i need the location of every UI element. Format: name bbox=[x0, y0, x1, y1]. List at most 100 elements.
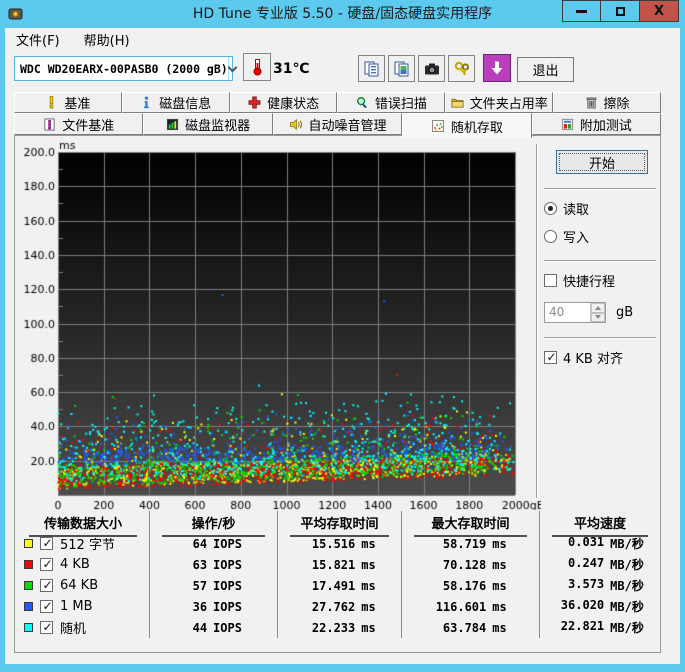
tab-erase[interactable]: 擦除 bbox=[553, 92, 661, 113]
table-cell-speed: 0.031 MB/秒 bbox=[539, 533, 660, 554]
random-access-panel: 开始 读取 写入 快捷行程 40 gB ✓ 4 KB 对齐 传输数据大小 操作/… bbox=[14, 135, 661, 653]
tab-label: 磁盘信息 bbox=[159, 97, 212, 112]
copy-text-icon bbox=[364, 61, 378, 76]
copy-image-icon bbox=[394, 61, 408, 76]
results-table: 传输数据大小 操作/秒 平均存取时间 最大存取时间 平均速度 512 字节 64… bbox=[17, 511, 660, 651]
series-label: 随机 bbox=[60, 622, 87, 637]
series-color-swatch bbox=[24, 623, 33, 632]
short-stroke-checkbox[interactable]: 快捷行程 bbox=[544, 271, 656, 290]
temperature-button[interactable] bbox=[243, 53, 271, 81]
tab-label: 随机存取 bbox=[450, 120, 503, 136]
start-button[interactable]: 开始 bbox=[556, 150, 648, 174]
tab-label: 错误扫描 bbox=[374, 97, 427, 112]
arrow-up-icon bbox=[595, 305, 601, 310]
checkbox-icon bbox=[544, 274, 557, 287]
temperature-value: 31℃ bbox=[273, 61, 310, 77]
table-cell-speed: 3.573 MB/秒 bbox=[539, 575, 660, 596]
tab-random-access[interactable]: 随机存取 bbox=[402, 113, 532, 138]
tab-label: 擦除 bbox=[603, 97, 630, 112]
arrow-down-icon bbox=[595, 315, 601, 320]
test-controls: 开始 读取 写入 快捷行程 40 gB ✓ 4 KB 对齐 bbox=[544, 148, 656, 367]
spin-up-button[interactable] bbox=[591, 303, 605, 313]
radio-icon bbox=[544, 230, 557, 243]
column-header: 平均存取时间 bbox=[277, 511, 401, 537]
table-cell-ops: 57 IOPS bbox=[149, 575, 277, 596]
keys-icon bbox=[454, 61, 469, 75]
separator bbox=[544, 260, 656, 262]
update-button[interactable] bbox=[483, 54, 511, 82]
minimize-button[interactable] bbox=[562, 0, 601, 22]
column-header: 传输数据大小 bbox=[17, 511, 149, 537]
tab-label: 文件基准 bbox=[62, 118, 115, 134]
drive-selector-value: WDC WD20EARX-00PASB0 (2000 gB) bbox=[20, 61, 228, 76]
menu-help[interactable]: 帮助(H) bbox=[82, 29, 132, 50]
options-button[interactable] bbox=[448, 55, 475, 82]
extra-tests-icon bbox=[561, 118, 573, 130]
capacity-unit-label: gB bbox=[616, 305, 634, 320]
align-4kb-checkbox[interactable]: 4 KB 对齐 bbox=[544, 348, 656, 367]
series-label: 512 字节 bbox=[60, 538, 115, 553]
table-row-size: 4 KB bbox=[17, 554, 149, 575]
magnifier-icon bbox=[356, 97, 367, 109]
series-label: 4 KB bbox=[60, 557, 90, 572]
table-cell-ops: 64 IOPS bbox=[149, 533, 277, 554]
series-checkbox[interactable] bbox=[40, 558, 54, 571]
tab-row-2: 文件基准 磁盘监视器 自动噪音管理 随机存取 附加测试 bbox=[14, 113, 662, 138]
tab-aam[interactable]: 自动噪音管理 bbox=[272, 113, 403, 135]
separator bbox=[544, 337, 656, 339]
menu-file[interactable]: 文件(F) bbox=[14, 29, 62, 50]
tab-label: 自动噪音管理 bbox=[308, 118, 387, 134]
health-cross-icon bbox=[248, 96, 261, 109]
chevron-down-icon bbox=[227, 62, 238, 72]
table-row-size: 1 MB bbox=[17, 596, 149, 617]
disk-monitor-icon bbox=[167, 118, 179, 130]
series-checkbox[interactable] bbox=[40, 537, 54, 550]
tab-label: 基准 bbox=[64, 97, 91, 112]
drive-selector[interactable]: WDC WD20EARX-00PASB0 (2000 gB) bbox=[14, 56, 238, 81]
copy-text-button[interactable] bbox=[358, 55, 385, 82]
folder-icon bbox=[451, 98, 464, 108]
series-color-swatch bbox=[24, 560, 33, 569]
tab-folder-usage[interactable]: 文件夹占用率 bbox=[445, 92, 554, 113]
series-checkbox[interactable] bbox=[40, 579, 54, 592]
minimize-icon bbox=[576, 9, 587, 13]
close-button[interactable]: X bbox=[640, 0, 679, 22]
table-cell-max: 58.719 ms bbox=[401, 533, 539, 554]
table-cell-speed: 0.247 MB/秒 bbox=[539, 554, 660, 575]
copy-image-button[interactable] bbox=[388, 55, 415, 82]
screenshot-button[interactable] bbox=[418, 55, 445, 82]
align-4kb-label: 4 KB 对齐 bbox=[563, 352, 623, 367]
tab-health[interactable]: 健康状态 bbox=[229, 92, 338, 113]
thermometer-icon bbox=[253, 59, 262, 76]
series-checkbox[interactable] bbox=[40, 621, 54, 634]
combo-arrow-box[interactable] bbox=[227, 57, 238, 80]
title-bar: HD Tune 专业版 5.50 - 硬盘/固态硬盘实用程序 X bbox=[0, 0, 685, 28]
tab-row-1: 基准 磁盘信息 健康状态 错误扫描 文件夹占用率 擦除 bbox=[14, 92, 661, 113]
capacity-input[interactable]: 40 bbox=[544, 302, 606, 323]
tab-label: 文件夹占用率 bbox=[469, 97, 548, 112]
table-cell-avg: 27.762 ms bbox=[277, 596, 401, 617]
info-icon bbox=[144, 96, 149, 109]
spin-down-button[interactable] bbox=[591, 312, 605, 322]
tab-file-benchmark[interactable]: 文件基准 bbox=[14, 113, 144, 135]
table-cell-avg: 22.233 ms bbox=[277, 617, 401, 638]
separator bbox=[544, 188, 656, 190]
tab-disk-info[interactable]: 磁盘信息 bbox=[121, 92, 230, 113]
table-row-size: 512 字节 bbox=[17, 533, 149, 554]
tab-error-scan[interactable]: 错误扫描 bbox=[337, 92, 446, 113]
table-cell-speed: 22.821 MB/秒 bbox=[539, 617, 660, 638]
trash-icon bbox=[586, 97, 596, 109]
tab-disk-monitor[interactable]: 磁盘监视器 bbox=[143, 113, 273, 135]
read-radio-label: 读取 bbox=[563, 203, 590, 218]
column-header: 操作/秒 bbox=[149, 511, 277, 537]
read-radio[interactable]: 读取 bbox=[544, 199, 656, 218]
tab-extra-tests[interactable]: 附加测试 bbox=[531, 113, 662, 135]
toolbar: WDC WD20EARX-00PASB0 (2000 gB) 31℃ 退出 bbox=[5, 50, 680, 92]
series-color-swatch bbox=[24, 581, 33, 590]
maximize-button[interactable] bbox=[601, 0, 640, 22]
series-checkbox[interactable] bbox=[40, 600, 54, 613]
tab-benchmark[interactable]: 基准 bbox=[14, 92, 122, 113]
camera-icon bbox=[424, 63, 439, 74]
exit-button[interactable]: 退出 bbox=[517, 57, 574, 82]
write-radio[interactable]: 写入 bbox=[544, 227, 656, 246]
